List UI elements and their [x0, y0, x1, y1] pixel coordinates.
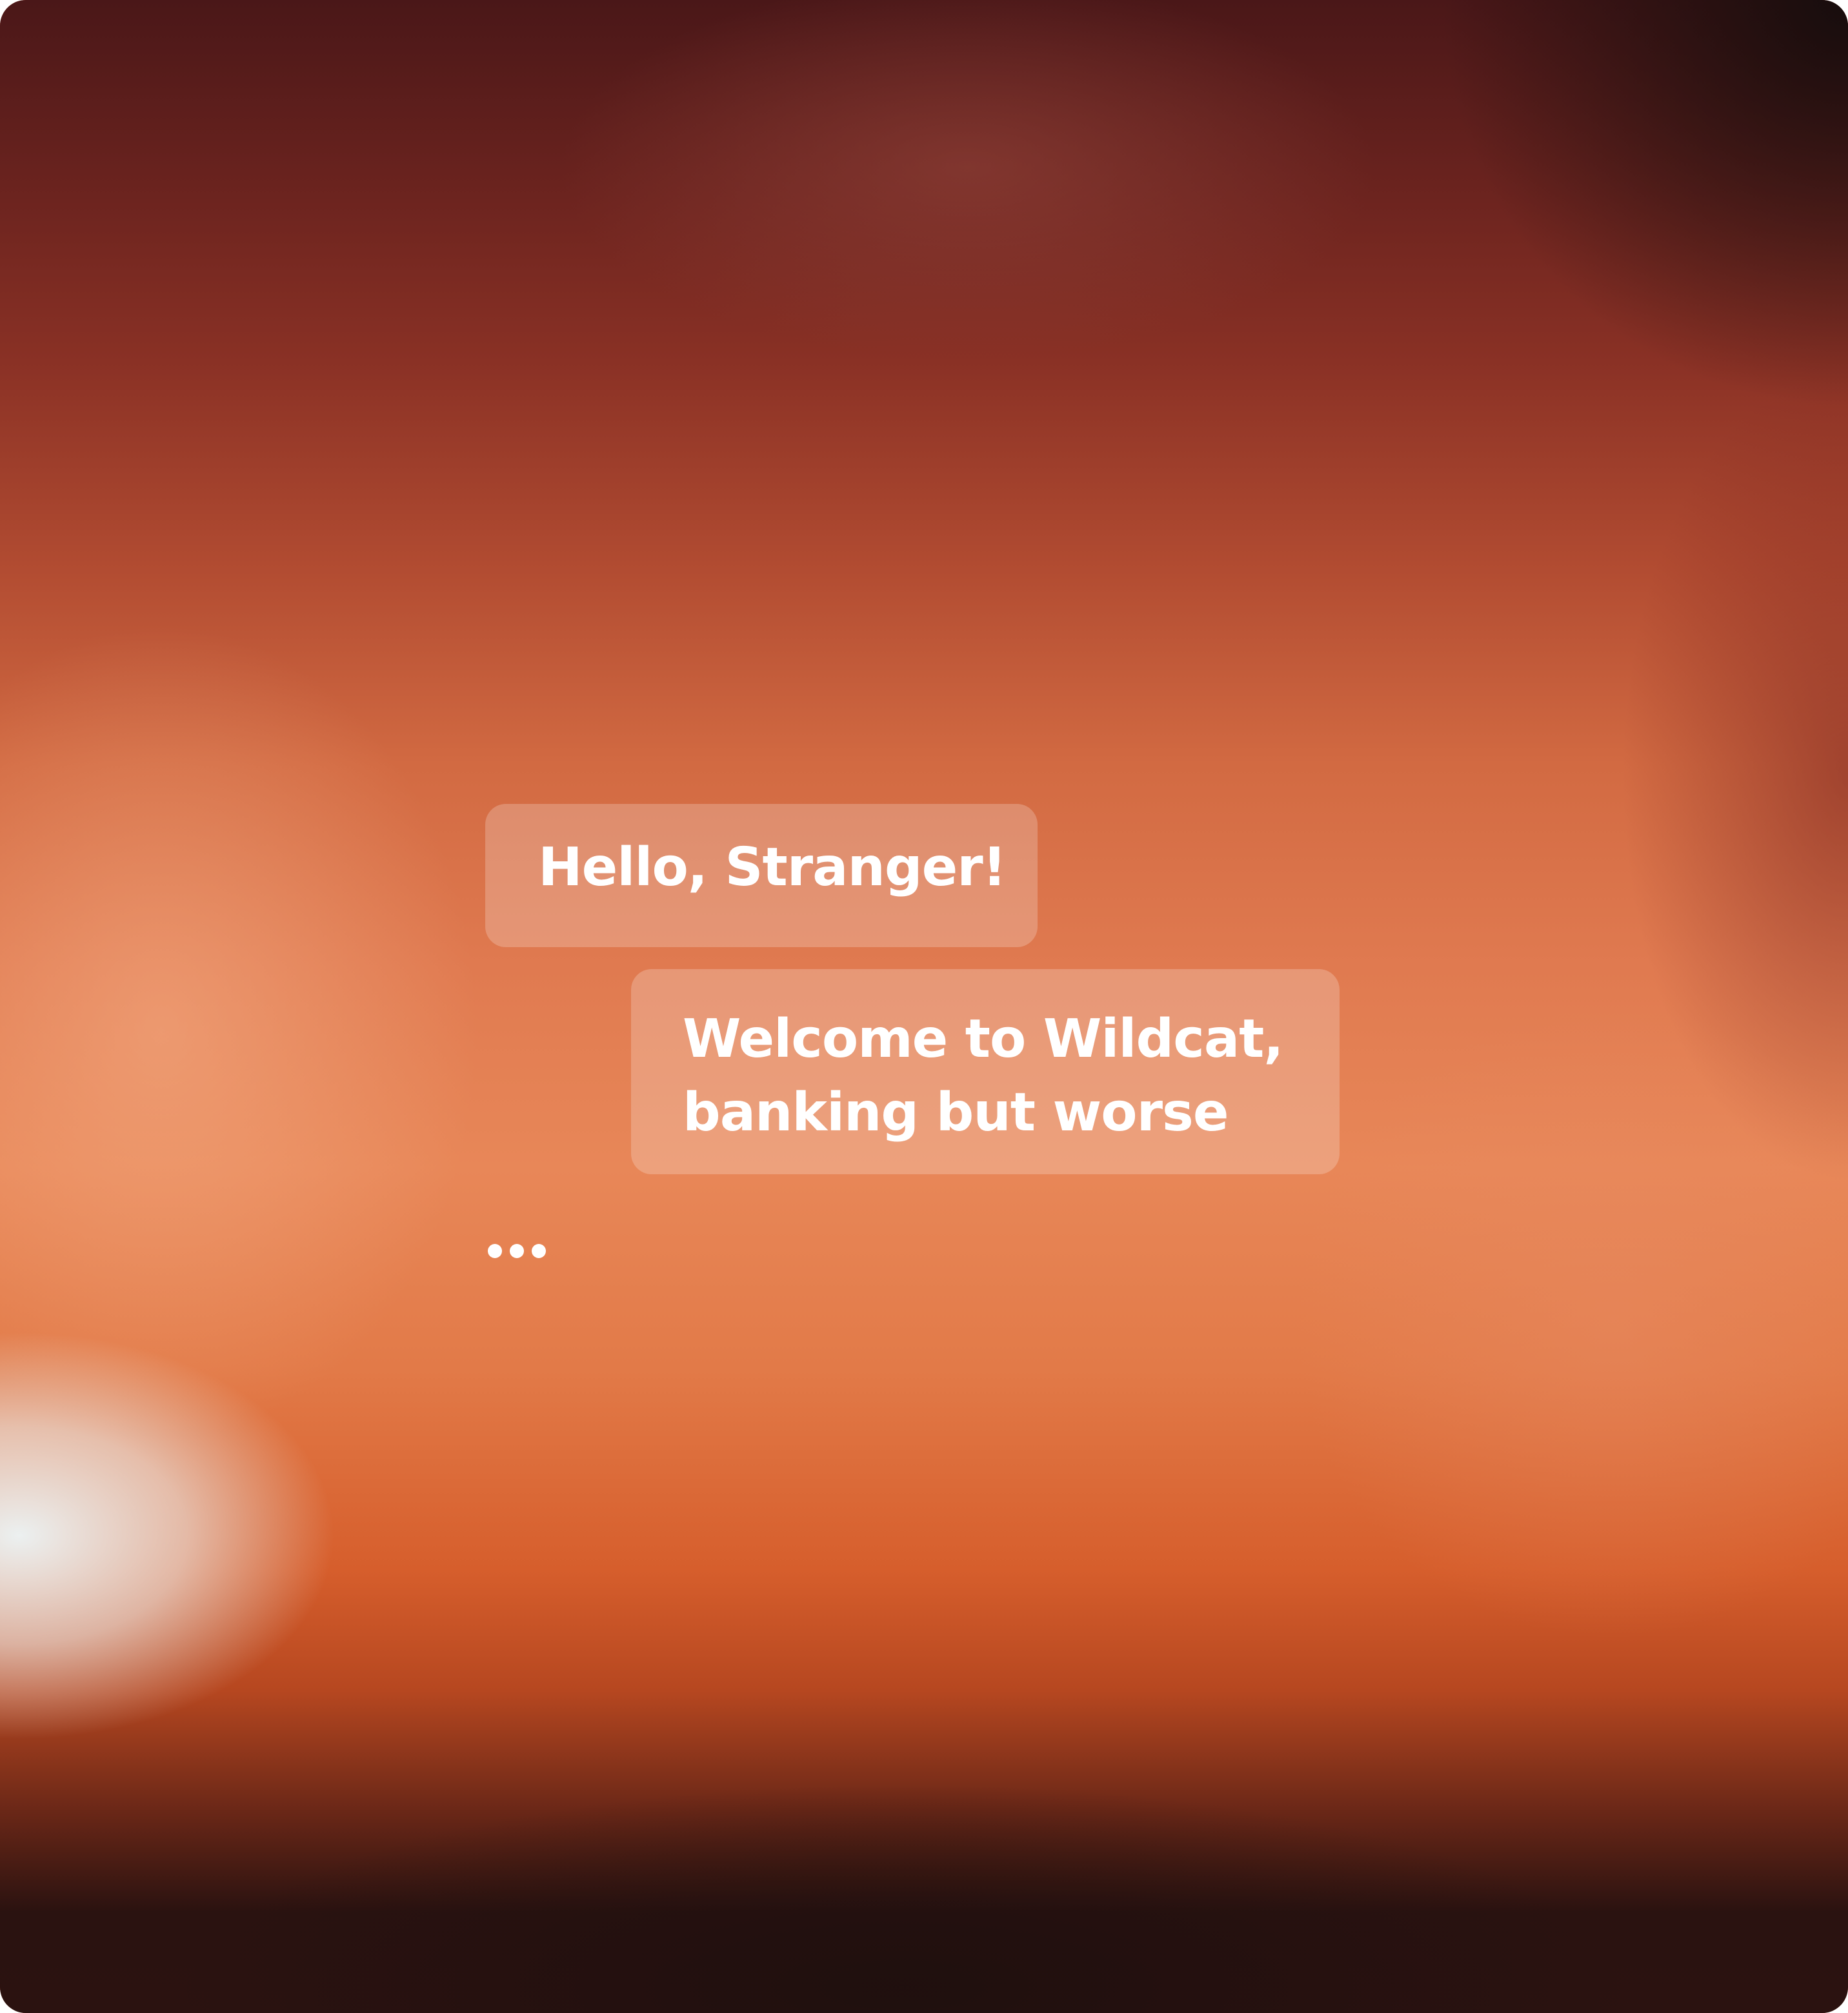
typing-dot: [488, 1244, 502, 1258]
message-bubble-greeting: Hello, Stranger!: [485, 804, 1038, 947]
typing-dots-icon: [488, 1243, 546, 1259]
message-text-greeting: Hello, Stranger!: [538, 837, 1007, 898]
typing-dot: [532, 1244, 546, 1258]
typing-dot: [510, 1244, 524, 1258]
message-text-welcome: Welcome to Wildcat, banking but worse: [683, 1008, 1284, 1143]
message-bubble-welcome: Welcome to Wildcat, banking but worse: [631, 969, 1340, 1174]
app-frame: Hello, Stranger! Welcome to Wildcat, ban…: [0, 0, 1848, 2013]
